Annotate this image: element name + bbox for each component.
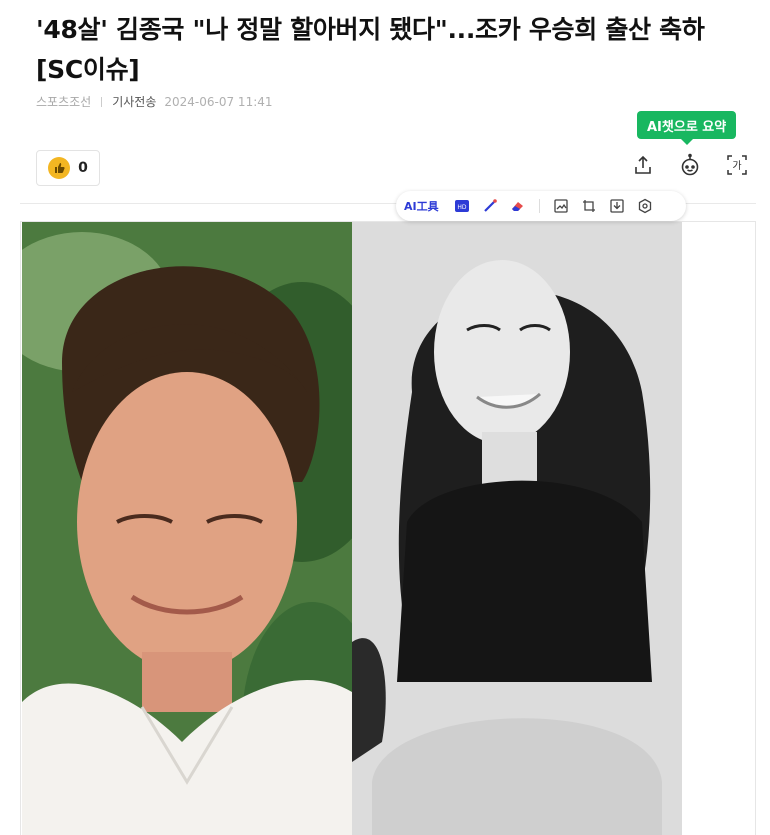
ai-summary-button[interactable] <box>675 150 705 180</box>
photo-toolbar: AI工具 HD <box>396 191 686 221</box>
reaction-button[interactable]: 0 <box>36 150 100 186</box>
robot-icon <box>681 153 699 176</box>
settings-icon[interactable] <box>634 195 656 217</box>
photo-kim-jongkook[interactable] <box>22 222 352 835</box>
share-icon <box>635 155 651 174</box>
toolbar-divider <box>538 199 540 213</box>
font-size-button[interactable]: 가 <box>722 150 752 180</box>
download-icon[interactable] <box>606 195 628 217</box>
reaction-count: 0 <box>78 160 88 176</box>
share-button[interactable] <box>628 150 658 180</box>
photo-woo-seunghee[interactable] <box>352 222 682 835</box>
article-meta: 스포츠조선 기사전송 2024-06-07 11:41 <box>36 93 273 110</box>
ai-chat-summary-badge[interactable]: AI챗으로 요약 <box>637 111 737 145</box>
article-kind: 기사전송 <box>112 95 157 109</box>
hd-icon[interactable]: HD <box>451 195 473 217</box>
font-size-icon: 가 <box>727 155 747 175</box>
meta-divider <box>101 96 103 107</box>
article-date: 2024-06-07 11:41 <box>164 94 273 109</box>
crop-icon[interactable] <box>578 195 600 217</box>
ai-tools-label[interactable]: AI工具 <box>404 198 439 214</box>
brush-icon[interactable] <box>479 195 501 217</box>
article-source[interactable]: 스포츠조선 <box>36 93 91 110</box>
eraser-icon[interactable] <box>507 195 529 217</box>
image-edit-icon[interactable] <box>550 195 572 217</box>
article-headline: '48살' 김종국 "나 정말 할아버지 됐다"...조카 우승희 출산 축하 … <box>36 15 705 84</box>
thumbs-up-coin-icon <box>48 157 71 179</box>
font-glyph: 가 <box>732 160 741 172</box>
photo-whitespace <box>682 222 755 835</box>
svg-text:HD: HD <box>457 204 467 211</box>
